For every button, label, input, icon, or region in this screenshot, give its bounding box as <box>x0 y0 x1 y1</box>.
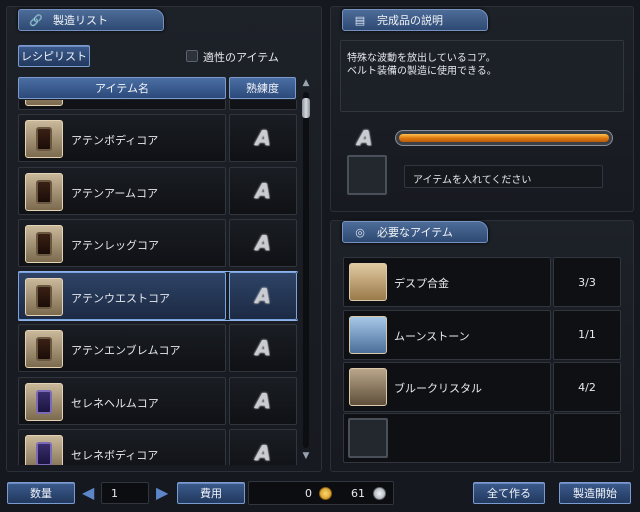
skill-rank: A <box>255 441 271 465</box>
material-name: ブルークリスタル <box>394 382 482 395</box>
result-rank: A <box>357 126 372 150</box>
material-icon <box>349 263 387 301</box>
scrollbar-thumb[interactable] <box>302 98 310 118</box>
recipe-row[interactable]: アテンレッグコア A <box>18 219 298 267</box>
cost-button[interactable]: 費用 <box>177 482 245 504</box>
description-box: 特殊な波動を放出しているコア。 ベルト装備の製造に使用できる。 <box>340 40 624 112</box>
link-icon: 🔗 <box>29 13 43 27</box>
scrollbar-track[interactable] <box>303 92 309 448</box>
recipe-row[interactable]: セレネボディコア A <box>18 429 298 465</box>
recipe-panel-title: 🔗 製造リスト <box>18 9 164 31</box>
recipe-name: アテンエンブレムコア <box>71 344 181 357</box>
quantity-input[interactable]: 1 <box>101 482 149 504</box>
progress-bar <box>395 130 613 146</box>
core-icon <box>25 100 63 106</box>
recipe-list: アテンボディコア A アテンアームコア A アテンレッグコア A アテンウエストコア A アテン… <box>18 100 298 465</box>
qty-decrease-arrow[interactable]: ◀ <box>82 482 96 504</box>
material-count: 1/1 <box>578 328 596 341</box>
orange-core-icon <box>25 330 63 368</box>
cost-display: 0 61 <box>248 481 394 505</box>
make-all-button[interactable]: 全て作る <box>473 482 545 504</box>
recipe-name: アテンアームコア <box>71 186 159 200</box>
recipe-row[interactable]: アテンボディコア A <box>18 114 298 162</box>
purple-core-icon <box>25 435 63 465</box>
skill-rank: A <box>255 388 271 413</box>
recipe-name: セレネヘルムコア <box>71 396 159 410</box>
slot-hint-text: アイテムを入れてください <box>413 175 532 186</box>
fit-item-label: 適性のアイテム <box>203 51 279 64</box>
quantity-value: 1 <box>111 487 118 500</box>
material-icon <box>349 315 387 354</box>
skill-rank: A <box>255 283 271 308</box>
description-title-text: 完成品の説明 <box>377 14 443 27</box>
silver-amount: 61 <box>351 487 365 500</box>
qty-increase-arrow[interactable]: ▶ <box>156 482 170 504</box>
recipe-row[interactable]: アテンエンブレムコア A <box>18 324 298 372</box>
result-rank-text: A <box>357 126 373 150</box>
progress-fill <box>399 134 609 142</box>
recipe-row[interactable]: セレネヘルムコア A <box>18 376 298 425</box>
description-panel-title: ▤ 完成品の説明 <box>342 9 488 31</box>
item-slot[interactable] <box>347 155 387 195</box>
start-crafting-button[interactable]: 製造開始 <box>559 482 631 504</box>
skill-rank: A <box>255 178 271 203</box>
orange-core-icon <box>25 225 63 263</box>
silver-coin-icon <box>373 487 386 500</box>
scroll-down-arrow[interactable]: ▼ <box>301 451 311 461</box>
gold-amount: 0 <box>305 487 312 500</box>
gold-coin-icon <box>319 487 332 500</box>
purple-core-icon <box>25 382 63 421</box>
material-name: ムーンストーン <box>394 329 470 343</box>
material-slot-empty[interactable] <box>348 418 388 458</box>
scroll-up-arrow[interactable]: ▲ <box>301 78 311 88</box>
description-line2: ベルト装備の製造に使用できる。 <box>347 66 497 77</box>
orange-core-icon <box>25 172 63 211</box>
material-count: 4/2 <box>578 380 596 394</box>
skill-rank: A <box>255 336 271 360</box>
slot-hint-box: アイテムを入れてください <box>404 165 603 188</box>
skill-rank: A <box>255 126 271 150</box>
recipe-list-tab[interactable]: レシピリスト <box>18 45 90 67</box>
material-icon <box>349 368 387 406</box>
required-items-title-text: 必要なアイテム <box>377 226 453 239</box>
recipe-name: アテンウエストコア <box>71 291 170 305</box>
recipe-panel-title-text: 製造リスト <box>53 14 108 27</box>
material-name: デスプ合金 <box>394 277 449 290</box>
column-header-skill[interactable]: 熟練度 <box>229 77 296 99</box>
column-header-item[interactable]: アイテム名 <box>18 77 226 99</box>
list-item-partial[interactable] <box>18 100 298 110</box>
orange-core-icon <box>25 120 63 158</box>
orange-core-icon <box>25 277 63 316</box>
bag-icon: ◎ <box>355 225 365 239</box>
recipe-name: アテンボディコア <box>71 134 159 147</box>
recipe-name: セレネボディコア <box>71 449 159 462</box>
book-icon: ▤ <box>354 13 366 27</box>
skill-rank: A <box>255 231 271 255</box>
recipe-row[interactable]: アテンウエストコア A <box>18 270 298 321</box>
material-count: 3/3 <box>578 275 596 289</box>
required-items-title: ◎ 必要なアイテム <box>342 221 488 243</box>
recipe-row[interactable]: アテンアームコア A <box>18 166 298 215</box>
fit-item-checkbox[interactable] <box>186 50 198 62</box>
quantity-button[interactable]: 数量 <box>7 482 75 504</box>
recipe-name: アテンレッグコア <box>71 239 159 252</box>
